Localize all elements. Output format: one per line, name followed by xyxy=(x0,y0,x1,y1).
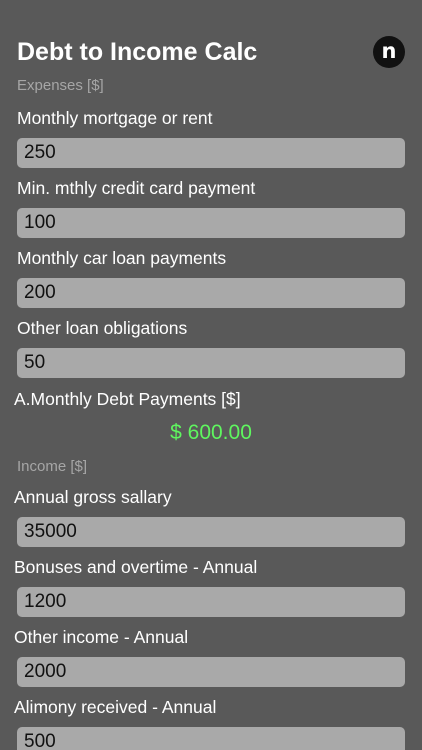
alimony-input[interactable]: 500 xyxy=(17,727,405,750)
car-loan-label: Monthly car loan payments xyxy=(17,248,227,268)
income-section-label: Income [$] xyxy=(17,458,88,475)
car-loan-input[interactable]: 200 xyxy=(17,278,405,308)
other-income-input[interactable]: 2000 xyxy=(17,657,405,687)
gross-salary-label: Annual gross sallary xyxy=(14,487,172,507)
bonuses-overtime-label: Bonuses and overtime - Annual xyxy=(14,557,258,577)
mortgage-rent-label: Monthly mortgage or rent xyxy=(17,108,213,128)
other-loan-label: Other loan obligations xyxy=(17,318,188,338)
credit-card-payment-input[interactable]: 100 xyxy=(17,208,405,238)
credit-card-payment-label: Min. mthly credit card payment xyxy=(17,178,256,198)
monthly-debt-total-label: A.Monthly Debt Payments [$] xyxy=(14,389,241,409)
monthly-debt-total-value: $ 600.00 xyxy=(170,421,252,444)
app-logo-icon[interactable]: n xyxy=(373,36,405,68)
bonuses-overtime-input[interactable]: 1200 xyxy=(17,587,405,617)
alimony-label: Alimony received - Annual xyxy=(14,697,217,717)
page-title: Debt to Income Calc xyxy=(17,38,258,66)
other-income-label: Other income - Annual xyxy=(14,627,189,647)
other-loan-input[interactable]: 50 xyxy=(17,348,405,378)
expenses-section-label: Expenses [$] xyxy=(17,77,104,94)
app-header: Debt to Income Calc n xyxy=(17,36,407,68)
gross-salary-input[interactable]: 35000 xyxy=(17,517,405,547)
mortgage-rent-input[interactable]: 250 xyxy=(17,138,405,168)
